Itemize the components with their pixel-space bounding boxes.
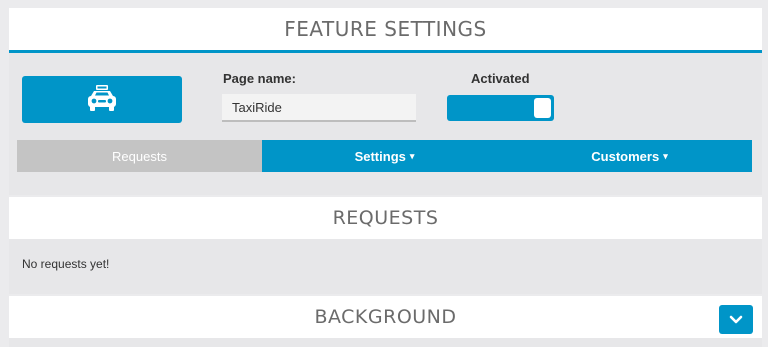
page-name-input[interactable]	[222, 94, 416, 122]
taxi-icon	[88, 84, 116, 111]
toggle-knob[interactable]	[534, 98, 551, 118]
tab-customers[interactable]: Customers ▾	[507, 140, 752, 172]
background-expand-button[interactable]	[719, 305, 753, 334]
background-title: BACKGROUND	[314, 306, 457, 328]
caret-down-icon: ▾	[409, 150, 415, 161]
activated-toggle[interactable]	[447, 95, 554, 121]
background-section-header: BACKGROUND	[9, 296, 762, 338]
caret-down-icon: ▾	[663, 150, 668, 161]
page-name-label: Page name:	[223, 71, 296, 86]
tab-customers-label: Customers	[591, 148, 660, 164]
requests-body: No requests yet!	[9, 239, 762, 294]
chevron-down-icon	[729, 315, 743, 323]
page-title: FEATURE SETTINGS	[284, 17, 487, 41]
requests-title: REQUESTS	[332, 207, 439, 229]
feature-settings-header: FEATURE SETTINGS	[9, 8, 762, 53]
no-requests-text: No requests yet!	[22, 257, 110, 271]
tab-requests[interactable]: Requests	[17, 140, 262, 172]
feature-tabs: Requests Settings ▾ Customers ▾	[17, 140, 752, 172]
requests-section-header: REQUESTS	[9, 197, 762, 239]
tab-settings[interactable]: Settings ▾	[262, 140, 507, 172]
feature-panel: Page name: Activated Requests Settings ▾…	[9, 53, 762, 195]
tab-settings-label: Settings	[354, 148, 406, 164]
tab-requests-label: Requests	[112, 148, 167, 164]
feature-icon-button[interactable]	[22, 76, 182, 123]
background-body	[9, 338, 762, 347]
activated-label: Activated	[471, 71, 530, 86]
